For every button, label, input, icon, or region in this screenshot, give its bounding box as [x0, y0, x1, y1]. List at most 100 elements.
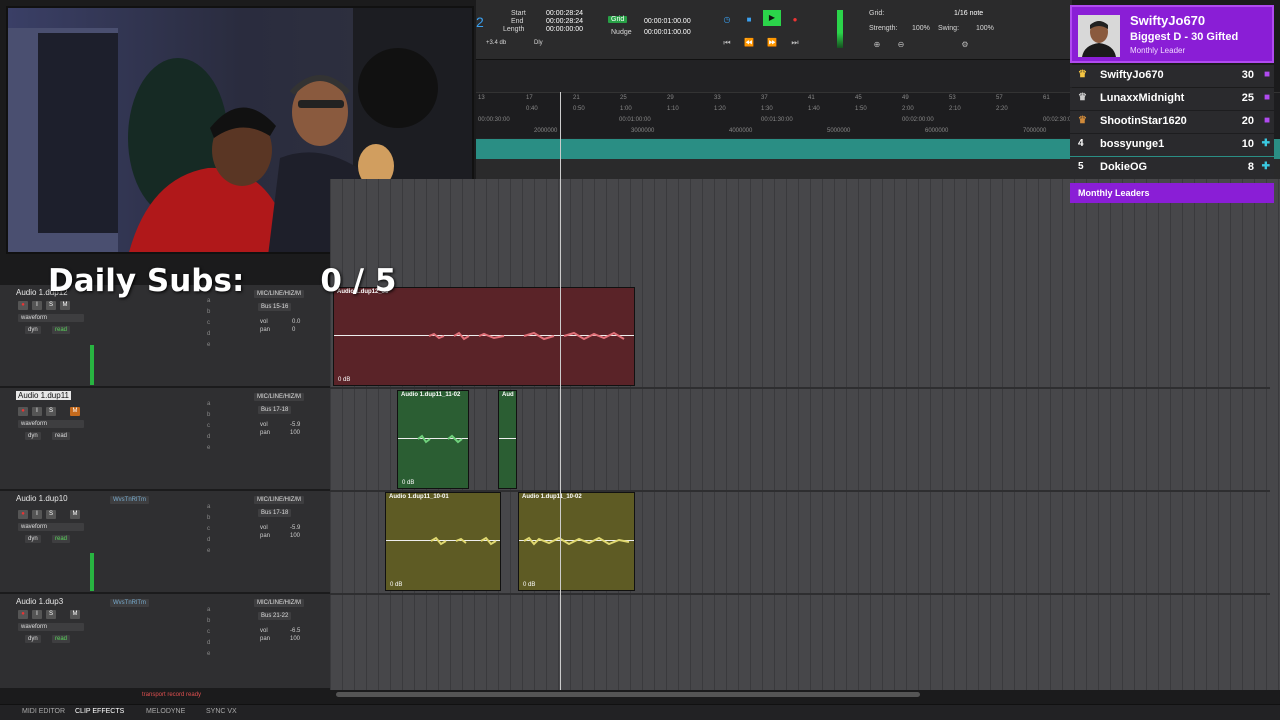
mute-button[interactable]: M: [70, 610, 80, 619]
send-slot[interactable]: b: [207, 309, 210, 315]
send-slot[interactable]: d: [207, 640, 210, 646]
audio-clip[interactable]: Audio 1.dup11_11-02 0 dB: [397, 390, 469, 489]
swing-value[interactable]: 100%: [976, 25, 994, 32]
play-icon[interactable]: ▶: [763, 10, 781, 26]
end-value[interactable]: 00:00:28:24: [546, 18, 583, 25]
track-input[interactable]: MIC/LINE/HIZ/M: [254, 393, 305, 401]
automation-mode[interactable]: read: [52, 635, 71, 643]
send-slot[interactable]: d: [207, 331, 210, 337]
input-monitor-icon[interactable]: I: [32, 301, 42, 310]
solo-button[interactable]: S: [46, 610, 56, 619]
dyn-select[interactable]: dyn: [25, 535, 41, 543]
track-name[interactable]: Audio 1.dup10: [16, 494, 68, 503]
track-header[interactable]: Audio 1.dup11 ● I S M waveform dyn read …: [0, 388, 330, 491]
send-slot[interactable]: b: [207, 412, 210, 418]
send-slot[interactable]: d: [207, 537, 210, 543]
track-view-select[interactable]: waveform: [18, 523, 84, 531]
pan-value[interactable]: 100: [290, 430, 300, 436]
solo-button[interactable]: S: [46, 301, 56, 310]
insert-plugin[interactable]: WvsTnRlTm: [110, 599, 149, 607]
send-slot[interactable]: d: [207, 434, 210, 440]
edit-window[interactable]: [330, 179, 1280, 690]
audio-clip[interactable]: Aud: [498, 390, 517, 489]
input-monitor-icon[interactable]: I: [32, 610, 42, 619]
automation-mode[interactable]: read: [52, 326, 71, 334]
send-slot[interactable]: a: [207, 504, 210, 510]
track-output[interactable]: Bus 15-16: [258, 303, 292, 311]
solo-button[interactable]: S: [46, 510, 56, 519]
forward-icon[interactable]: ⏩: [763, 35, 781, 51]
quantize-settings-icon[interactable]: ⊖: [892, 37, 910, 53]
record-arm-icon[interactable]: ●: [18, 301, 28, 310]
send-slot[interactable]: c: [207, 526, 210, 532]
track-header[interactable]: Audio 1.dup10 ● I S M waveform dyn read …: [0, 491, 330, 594]
track-view-select[interactable]: waveform: [18, 420, 84, 428]
send-slot[interactable]: c: [207, 629, 210, 635]
record-arm-icon[interactable]: ●: [18, 510, 28, 519]
mute-button[interactable]: M: [70, 510, 80, 519]
grid-badge[interactable]: Grid: [608, 16, 628, 23]
track-header[interactable]: Audio 1.dup3 ● I S M waveform dyn read W…: [0, 594, 330, 690]
audio-clip[interactable]: Audio 1.dup11_10-02 0 dB: [518, 492, 635, 591]
send-slot[interactable]: e: [207, 342, 210, 348]
volume-value[interactable]: -6.5: [290, 628, 300, 634]
track-view-select[interactable]: waveform: [18, 314, 84, 322]
track-header[interactable]: Audio 1.dup12 ● I S M waveform dyn read …: [0, 285, 330, 388]
audio-clip[interactable]: Audio 1.dup11_10-01 0 dB: [385, 492, 501, 591]
dyn-select[interactable]: dyn: [25, 326, 41, 334]
playhead-cursor[interactable]: [560, 92, 561, 690]
send-slot[interactable]: b: [207, 515, 210, 521]
tab-midi-editor[interactable]: MIDI EDITOR: [22, 708, 65, 715]
send-slot[interactable]: a: [207, 607, 210, 613]
strength-value[interactable]: 100%: [912, 25, 930, 32]
input-monitor-icon[interactable]: I: [32, 407, 42, 416]
audio-clip[interactable]: Audio 1.dup12_35 0 dB: [333, 287, 635, 386]
track-output[interactable]: Bus 21-22: [258, 612, 292, 620]
record-arm-icon[interactable]: ●: [18, 610, 28, 619]
length-value[interactable]: 00:00:00:00: [546, 26, 583, 33]
tab-sync-vx[interactable]: SYNC VX: [206, 708, 237, 715]
horizontal-scrollbar[interactable]: [336, 692, 920, 697]
loop-icon[interactable]: ◷: [718, 12, 736, 28]
track-input[interactable]: MIC/LINE/HIZ/M: [254, 496, 305, 504]
dyn-select[interactable]: dyn: [25, 635, 41, 643]
pan-value[interactable]: 100: [290, 533, 300, 539]
track-input[interactable]: MIC/LINE/HIZ/M: [254, 599, 305, 607]
send-slot[interactable]: b: [207, 618, 210, 624]
mute-button[interactable]: M: [70, 407, 80, 416]
track-name[interactable]: Audio 1.dup3: [16, 597, 63, 606]
insert-plugin[interactable]: WvsTnRlTm: [110, 496, 149, 504]
automation-mode[interactable]: read: [52, 432, 71, 440]
grid-value[interactable]: 00:00:01:00.00: [644, 18, 691, 25]
tab-melodyne[interactable]: MELODYNE: [146, 708, 185, 715]
input-monitor-icon[interactable]: I: [32, 510, 42, 519]
track-view-select[interactable]: waveform: [18, 623, 84, 631]
send-slot[interactable]: e: [207, 651, 210, 657]
pan-value[interactable]: 100: [290, 636, 300, 642]
volume-value[interactable]: -5.9: [290, 525, 300, 531]
start-value[interactable]: 00:00:28:24: [546, 10, 583, 17]
volume-value[interactable]: -5.9: [290, 422, 300, 428]
send-slot[interactable]: c: [207, 423, 210, 429]
send-slot[interactable]: e: [207, 445, 210, 451]
tab-clip-effects[interactable]: CLIP EFFECTS: [75, 708, 124, 715]
record-icon[interactable]: ●: [786, 12, 804, 28]
rewind-icon[interactable]: ⏪: [740, 35, 758, 51]
delay-label[interactable]: Dly: [534, 40, 543, 46]
send-slot[interactable]: c: [207, 320, 210, 326]
quantize-icon[interactable]: ⊕: [868, 37, 886, 53]
mute-button[interactable]: M: [60, 301, 70, 310]
track-name[interactable]: Audio 1.dup11: [16, 391, 72, 400]
send-slot[interactable]: a: [207, 401, 210, 407]
record-arm-icon[interactable]: ●: [18, 407, 28, 416]
send-slot[interactable]: e: [207, 548, 210, 554]
automation-mode[interactable]: read: [52, 535, 71, 543]
dyn-select[interactable]: dyn: [25, 432, 41, 440]
nudge-value[interactable]: 00:00:01:00.00: [644, 29, 691, 36]
pan-value[interactable]: 0: [292, 327, 295, 333]
track-output[interactable]: Bus 17-18: [258, 509, 292, 517]
forward-end-icon[interactable]: ⏭: [786, 35, 804, 51]
solo-button[interactable]: S: [46, 407, 56, 416]
track-output[interactable]: Bus 17-18: [258, 406, 292, 414]
rewind-start-icon[interactable]: ⏮: [718, 35, 736, 51]
